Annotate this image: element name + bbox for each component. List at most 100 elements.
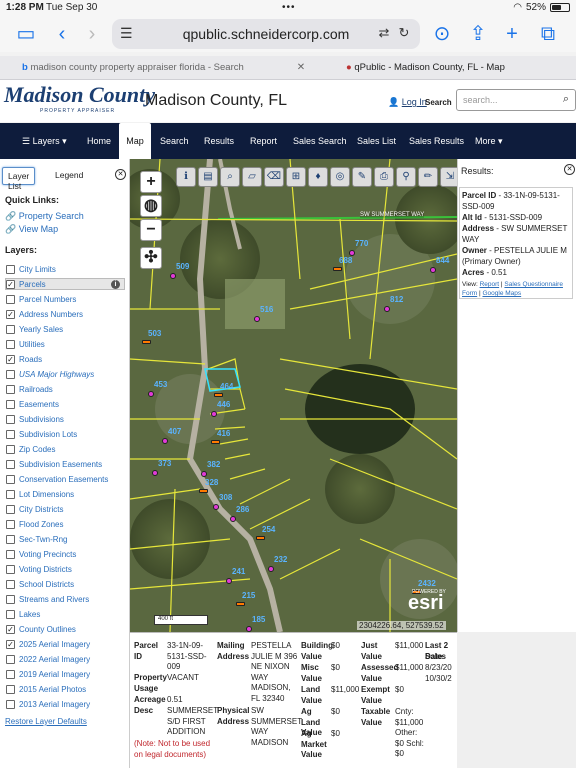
layer-checkbox[interactable] xyxy=(6,549,15,559)
layer-checkbox[interactable] xyxy=(6,609,15,619)
layer-item[interactable]: Utilities xyxy=(6,338,45,350)
layer-item[interactable]: City Limits xyxy=(6,263,56,275)
address-bar[interactable]: ☰ qpublic.schneidercorp.com ⇄ ↻ xyxy=(112,19,420,49)
nav-results[interactable]: Results xyxy=(204,123,234,159)
nav-report[interactable]: Report xyxy=(250,123,277,159)
quick-link-property-search[interactable]: 🔗 Property Search xyxy=(5,211,84,222)
layer-checkbox[interactable]: ✓ xyxy=(6,624,15,634)
draw-icon[interactable]: ✎ xyxy=(352,167,372,187)
sale-marker[interactable] xyxy=(268,566,274,572)
parcel-marker[interactable] xyxy=(333,267,342,271)
sale-marker[interactable] xyxy=(201,471,207,477)
google-maps-link[interactable]: Google Maps xyxy=(482,290,521,297)
layer-checkbox[interactable] xyxy=(6,414,15,424)
layer-checkbox[interactable] xyxy=(6,534,15,544)
layer-checkbox[interactable] xyxy=(6,564,15,574)
sale-marker[interactable] xyxy=(254,316,260,322)
layer-checkbox[interactable] xyxy=(6,459,15,469)
layer-checkbox[interactable] xyxy=(6,264,15,274)
search-icon[interactable]: ⌕ xyxy=(563,93,569,106)
result-card[interactable]: Parcel ID - 33-1N-09-5131-SSD-009 Alt Id… xyxy=(459,187,573,299)
pan-button[interactable]: ✣ xyxy=(140,247,162,269)
parcel-marker[interactable] xyxy=(256,536,265,540)
parcel-marker[interactable] xyxy=(199,489,208,493)
layer-item[interactable]: Railroads xyxy=(6,383,53,395)
layer-item[interactable]: Lot Dimensions xyxy=(6,488,74,500)
layer-checkbox[interactable] xyxy=(6,699,15,709)
layer-item[interactable]: Sec-Twn-Rng xyxy=(6,533,67,545)
parcel-marker[interactable] xyxy=(214,393,223,397)
layer-item[interactable]: Easements xyxy=(6,398,59,410)
layer-item[interactable]: Flood Zones xyxy=(6,518,63,530)
sidebar-icon[interactable]: ▭ xyxy=(14,22,38,46)
tab-search[interactable]: b madison county property appraiser flor… xyxy=(22,56,244,80)
layer-checkbox[interactable] xyxy=(6,474,15,484)
parcel-marker[interactable] xyxy=(211,440,220,444)
layer-checkbox[interactable] xyxy=(6,579,15,589)
find-icon[interactable]: ⚲ xyxy=(396,167,416,187)
layer-info-icon[interactable]: i xyxy=(111,280,120,289)
export-icon[interactable]: ⇲ xyxy=(440,167,457,187)
layer-item[interactable]: Zip Codes xyxy=(6,443,55,455)
layer-item[interactable]: ✓ Roads xyxy=(6,353,42,365)
layer-checkbox[interactable] xyxy=(6,399,15,409)
measure-icon[interactable]: ⊞ xyxy=(286,167,306,187)
zoom-in-button[interactable]: + xyxy=(140,171,162,193)
layer-item[interactable]: USA Major Highways xyxy=(6,368,94,380)
nav-sales-list[interactable]: Sales List xyxy=(357,123,396,159)
layer-checkbox[interactable] xyxy=(6,489,15,499)
site-logo[interactable]: Madison County xyxy=(4,82,155,108)
layer-checkbox[interactable] xyxy=(6,324,15,334)
layer-checkbox[interactable]: ✓ xyxy=(6,309,15,319)
new-tab-icon[interactable]: + xyxy=(500,22,524,46)
close-results-icon[interactable]: ✕ xyxy=(564,164,575,175)
layer-checkbox[interactable]: ✓ xyxy=(6,639,15,649)
layer-item[interactable]: City Districts xyxy=(6,503,63,515)
layer-item[interactable]: Conservation Easements xyxy=(6,473,108,485)
nav-home[interactable]: Home xyxy=(87,123,111,159)
layer-checkbox[interactable] xyxy=(6,339,15,349)
multitask-dots[interactable]: ••• xyxy=(282,2,296,13)
layer-item[interactable]: Streams and Rivers xyxy=(6,593,89,605)
layer-checkbox[interactable] xyxy=(6,669,15,679)
close-panel-icon[interactable]: ✕ xyxy=(115,169,126,180)
layer-checkbox[interactable] xyxy=(6,429,15,439)
layer-item[interactable]: Subdivision Lots xyxy=(6,428,77,440)
layer-checkbox[interactable] xyxy=(6,294,15,304)
layer-item[interactable]: Subdivisions xyxy=(6,413,64,425)
layer-item[interactable]: Lakes xyxy=(6,608,40,620)
sale-marker[interactable] xyxy=(430,267,436,273)
marker-icon[interactable]: ♦ xyxy=(308,167,328,187)
report-link[interactable]: Report xyxy=(480,281,500,288)
nav-sales-results[interactable]: Sales Results xyxy=(409,123,464,159)
layer-item[interactable]: Voting Districts xyxy=(6,563,72,575)
pencil-icon[interactable]: ✏ xyxy=(418,167,438,187)
nav-layers[interactable]: ☰ Layers ▾ xyxy=(22,123,67,159)
sale-marker[interactable] xyxy=(152,470,158,476)
layer-checkbox[interactable] xyxy=(6,444,15,454)
layer-item[interactable]: Subdivision Easements xyxy=(6,458,102,470)
sale-marker[interactable] xyxy=(148,391,154,397)
sale-marker[interactable] xyxy=(230,516,236,522)
print-icon[interactable]: ⎙ xyxy=(374,167,394,187)
layers-tool-icon[interactable]: ▤ xyxy=(198,167,218,187)
sale-marker[interactable] xyxy=(162,438,168,444)
layer-item[interactable]: Voting Precincts xyxy=(6,548,76,560)
nav-map[interactable]: Map xyxy=(119,123,151,159)
layer-item[interactable]: 2022 Aerial Imagery xyxy=(6,653,90,665)
restore-defaults-link[interactable]: Restore Layer Defaults xyxy=(5,717,87,726)
buffer-icon[interactable]: ◎ xyxy=(330,167,350,187)
share-icon[interactable]: ⇪ xyxy=(466,22,490,46)
download-icon[interactable]: ⊙ xyxy=(430,22,454,46)
layer-item[interactable]: ✓ Parcels i xyxy=(5,278,125,290)
identify-icon[interactable]: ℹ xyxy=(176,167,196,187)
sale-marker[interactable] xyxy=(213,504,219,510)
nav-more[interactable]: More ▾ xyxy=(475,123,503,159)
back-icon[interactable]: ‹ xyxy=(50,22,74,46)
reader-icon[interactable]: ⇄ xyxy=(376,25,392,41)
tab-layer-list[interactable]: Layer List xyxy=(2,167,36,191)
sale-marker[interactable] xyxy=(170,273,176,279)
map-view[interactable]: + ◍ − ✣ ℹ ▤ ⌕ ▱ ⌫ ⊞ ♦ ◎ ✎ ⎙ ⚲ ✏ ⇲ 509 503… xyxy=(130,159,457,632)
parcel-marker[interactable] xyxy=(142,340,151,344)
tab-legend[interactable]: Legend xyxy=(50,167,88,185)
